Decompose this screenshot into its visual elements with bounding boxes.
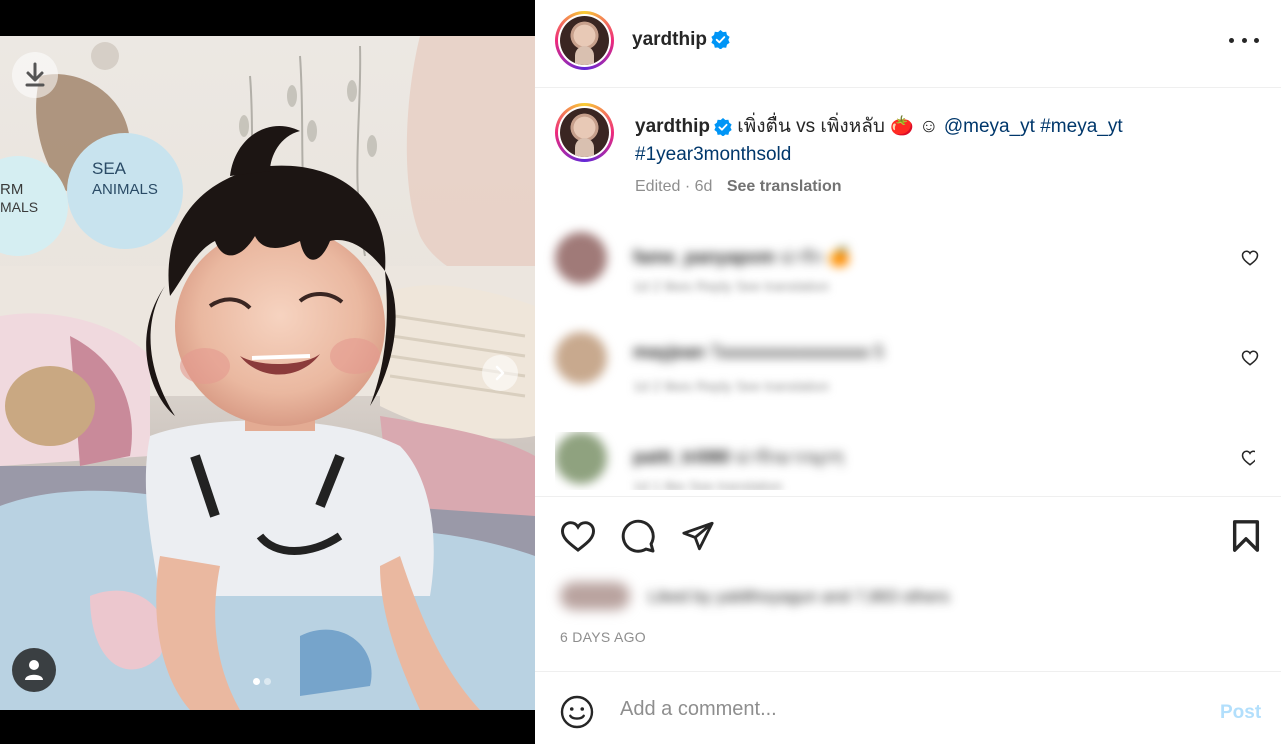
carousel-dot (264, 678, 271, 685)
smiley-icon (560, 695, 594, 729)
media-pane: SEA ANIMALS RM MALS (0, 0, 535, 744)
post-details-panel: yardthip yardthip เพิ่งตื่น vs เพิ่งหลับ… (535, 0, 1281, 744)
carousel-next-button[interactable] (482, 355, 518, 391)
comment-button[interactable] (618, 516, 658, 556)
add-comment-bar: Post (535, 672, 1281, 744)
svg-text:RM: RM (0, 181, 23, 198)
comment-text: Taaaaaaaaaaaaaaa 5 (709, 342, 884, 362)
commenter-username[interactable]: pattt_tri080 (633, 447, 730, 467)
comment-body: mayjean Taaaaaaaaaaaaaaa 5 (633, 342, 884, 363)
caption-author-avatar[interactable] (555, 103, 614, 162)
header-divider (535, 87, 1281, 88)
caption-mention-link[interactable]: @meya_yt (944, 116, 1035, 137)
commenter-username[interactable]: fame_panyapom (633, 247, 775, 267)
heart-icon (560, 521, 596, 552)
comment-item: mayjean Taaaaaaaaaaaaaaa 5 1d 2 likes Re… (555, 332, 1259, 402)
emoji-button[interactable] (559, 694, 595, 735)
chevron-right-icon (495, 365, 505, 381)
post-action-bar (535, 516, 1281, 556)
carousel-indicator (253, 678, 271, 685)
comment-bubble-icon (621, 519, 655, 553)
comment-body: pattt_tri080 น่ารักมากมุกๆ (633, 442, 843, 471)
photo-scene: SEA ANIMALS RM MALS (0, 36, 535, 710)
commenter-avatar[interactable] (555, 232, 607, 284)
verified-badge-icon (711, 30, 730, 50)
verified-badge-icon (714, 117, 732, 136)
carousel-dot-active (253, 678, 260, 685)
caption-hashtag-link[interactable]: #1year3monthsold (635, 144, 791, 165)
more-dot-icon (1254, 37, 1259, 43)
comment-meta: 1d 2 likes Reply See translation (633, 278, 830, 294)
comment-text: น่ารัก 🍊 (780, 247, 851, 267)
share-button[interactable] (678, 516, 718, 556)
like-button[interactable] (558, 516, 598, 556)
save-button[interactable] (1226, 516, 1266, 556)
download-button[interactable] (12, 52, 58, 98)
author-username-text[interactable]: yardthip (632, 29, 707, 50)
comment-like-heart-icon[interactable] (1241, 349, 1259, 367)
bookmark-icon (1232, 520, 1260, 552)
svg-text:ANIMALS: ANIMALS (92, 181, 158, 198)
likes-text[interactable]: Liked by yaldthoyagun and 7,883 others (648, 587, 950, 607)
caption-text: เพิ่งตื่น vs เพิ่งหลับ 🍅 ☺ (737, 116, 939, 137)
paper-plane-icon (682, 521, 714, 551)
download-icon (25, 62, 45, 87)
post-photo[interactable]: SEA ANIMALS RM MALS (0, 36, 535, 710)
commenter-username[interactable]: mayjean (633, 342, 705, 362)
author-username[interactable]: yardthip (632, 29, 730, 51)
comment-like-heart-icon[interactable] (1241, 249, 1259, 267)
comment-item: fame_panyapom น่ารัก 🍊 1d 2 likes Reply … (555, 232, 1259, 302)
post-comment-button[interactable]: Post (1220, 702, 1261, 724)
svg-text:MALS: MALS (0, 199, 38, 215)
more-dot-icon (1229, 37, 1234, 43)
comment-like-heart-icon[interactable] (1241, 449, 1255, 467)
comment-item: pattt_tri080 น่ารักมากมุกๆ 1d 1 like See… (555, 432, 1255, 490)
caption-meta: Edited · 6d See translation (635, 178, 842, 196)
comment-input[interactable] (620, 692, 1180, 726)
comment-meta: 1d 2 likes Reply See translation (633, 378, 830, 394)
comment-meta: 1d 1 like See translation (633, 478, 783, 490)
caption-hashtag-link[interactable]: #meya_yt (1040, 116, 1122, 137)
commenter-avatar[interactable] (555, 332, 607, 384)
user-tag-icon (25, 660, 43, 680)
post-timestamp[interactable]: 6 DAYS AGO (560, 629, 646, 645)
more-dot-icon (1241, 37, 1247, 43)
liker-avatars (560, 582, 630, 610)
svg-text:SEA: SEA (92, 159, 127, 178)
avatar-image (560, 108, 609, 157)
author-avatar[interactable] (555, 11, 614, 70)
see-translation-button[interactable]: See translation (727, 178, 842, 195)
comments-divider (535, 496, 1281, 497)
post-caption: yardthip เพิ่งตื่น vs เพิ่งหลับ 🍅 ☺ @mey… (635, 113, 1235, 169)
caption-username[interactable]: yardthip (635, 116, 710, 137)
comment-text: น่ารักมากมุกๆ (735, 447, 844, 467)
tagged-users-button[interactable] (12, 648, 56, 692)
avatar-image (560, 16, 609, 65)
more-options-button[interactable] (1229, 30, 1259, 50)
comment-body: fame_panyapom น่ารัก 🍊 (633, 242, 850, 271)
commenter-avatar[interactable] (555, 432, 607, 484)
caption-edited-time: Edited · 6d (635, 178, 713, 195)
